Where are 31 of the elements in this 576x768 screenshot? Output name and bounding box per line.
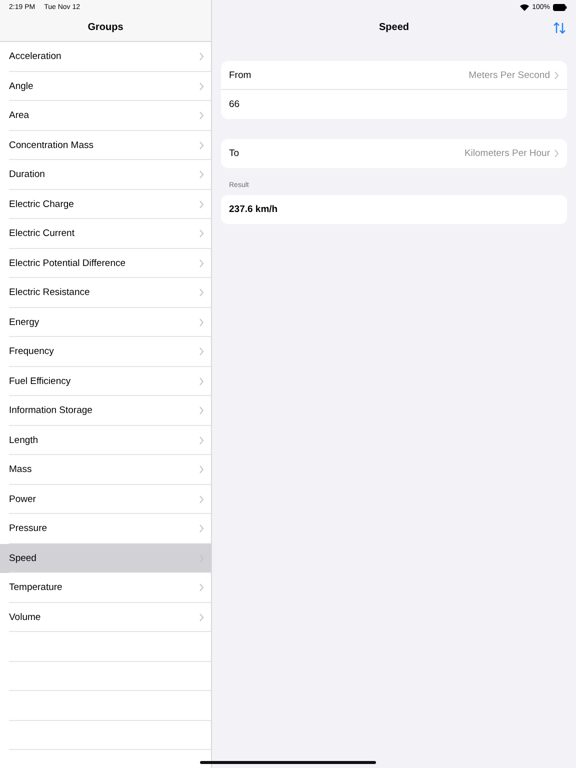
chevron-icon bbox=[199, 200, 204, 209]
to-label: To bbox=[229, 148, 240, 159]
chevron-icon bbox=[199, 376, 204, 386]
chevron-icon bbox=[199, 465, 204, 474]
chevron-icon bbox=[199, 82, 204, 91]
chevron-icon bbox=[199, 583, 204, 592]
result-value: 237.6 km/h bbox=[229, 204, 278, 215]
chevron-icon bbox=[554, 149, 559, 158]
sidebar-title: Groups bbox=[88, 22, 124, 33]
chevron-icon bbox=[199, 406, 204, 416]
value-field[interactable]: 66 bbox=[229, 99, 559, 110]
chevron-icon bbox=[199, 612, 204, 622]
chevron-icon bbox=[199, 288, 204, 298]
chevron-icon bbox=[199, 524, 204, 534]
chevron-icon bbox=[199, 140, 204, 150]
wifi-icon bbox=[520, 4, 530, 10]
chevron-icon bbox=[199, 258, 204, 268]
chevron-icon bbox=[199, 318, 204, 327]
swap-icon[interactable] bbox=[553, 22, 566, 34]
chevron-icon bbox=[199, 52, 204, 62]
chevron-icon bbox=[199, 347, 204, 356]
group-item[interactable]: Speed bbox=[0, 544, 211, 573]
chevron-icon bbox=[199, 229, 204, 238]
chevron-icon bbox=[199, 436, 204, 445]
from-label: From bbox=[229, 70, 252, 80]
detail-title: Speed bbox=[378, 22, 409, 33]
chevron-icon bbox=[199, 111, 204, 120]
battery-icon bbox=[553, 4, 567, 10]
chevron-icon bbox=[199, 170, 204, 180]
chevron-icon bbox=[554, 70, 559, 80]
chevron-icon bbox=[199, 494, 204, 504]
